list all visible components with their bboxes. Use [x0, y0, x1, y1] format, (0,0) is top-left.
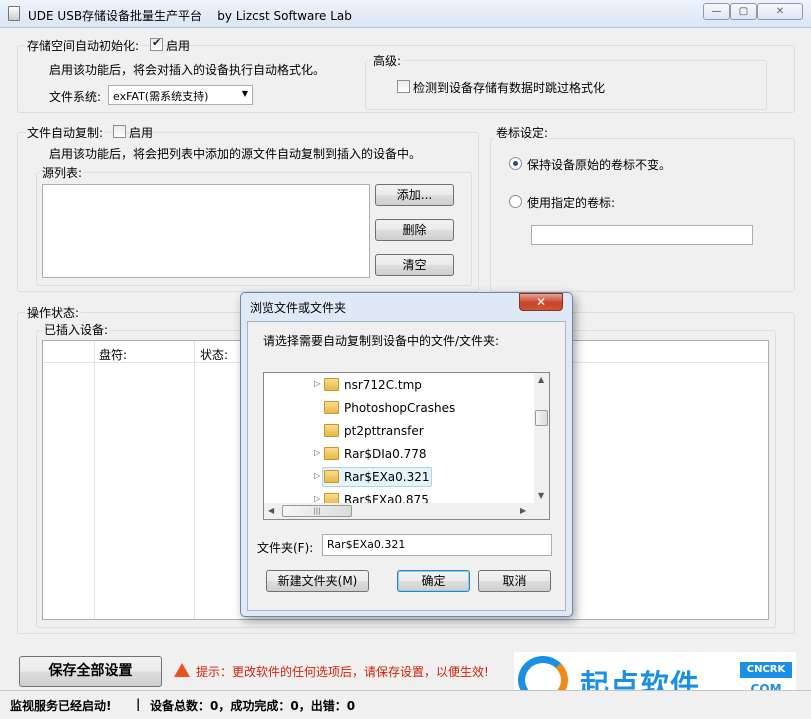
tree-item-label: nsr712C.tmp	[344, 378, 422, 392]
save-all-button[interactable]: 保存全部设置	[19, 656, 162, 687]
filesystem-label: 文件系统:	[49, 90, 102, 104]
tree-item[interactable]: ▷ Rar$DIa0.778	[264, 444, 534, 466]
folder-icon	[324, 447, 339, 460]
add-button[interactable]: 添加...	[375, 184, 454, 206]
expand-arrow-icon[interactable]: ▷	[314, 494, 320, 503]
status-separator: |	[136, 697, 141, 711]
skip-format-label: 检测到设备存储有数据时跳过格式化	[413, 81, 606, 95]
auto-format-checkbox-label: 启用	[166, 39, 191, 53]
dialog-prompt: 请选择需要自动复制到设备中的文件/文件夹:	[263, 334, 500, 348]
folder-icon	[324, 378, 339, 391]
source-list-label: 源列表:	[40, 164, 85, 181]
scroll-right-icon[interactable]: ▶	[520, 506, 526, 515]
service-status: 监视服务已经启动!	[10, 699, 112, 713]
folder-icon	[324, 470, 339, 483]
column-divider	[94, 341, 95, 619]
minimize-button[interactable]: —	[703, 3, 730, 20]
horizontal-scrollbar[interactable]: ◀ ||| ▶	[264, 503, 534, 519]
scroll-left-icon[interactable]: ◀	[268, 506, 274, 515]
scroll-down-icon[interactable]: ▼	[538, 491, 544, 500]
app-icon	[8, 6, 20, 21]
filesystem-select[interactable]: exFAT(需系统支持) ▼	[108, 85, 253, 105]
tree-item-label: Rar$FXa0.875	[344, 493, 429, 503]
keep-volume-radio[interactable]	[509, 157, 522, 170]
tree-item-label: Rar$EXa0.321	[344, 470, 430, 484]
tree-item[interactable]: ▷ nsr712C.tmp	[264, 375, 534, 397]
custom-volume-label: 使用指定的卷标:	[527, 196, 616, 210]
horizontal-scroll-thumb[interactable]: |||	[282, 505, 352, 517]
tree-item[interactable]: PhotoshopCrashes	[264, 398, 534, 420]
volume-label: 卷标设定:	[494, 124, 551, 141]
column-drive[interactable]: 盘符:	[99, 346, 127, 363]
chevron-down-icon: ▼	[241, 89, 248, 98]
column-divider	[194, 341, 195, 619]
tree-item-label: pt2pttransfer	[344, 424, 424, 438]
hint-text: 提示：更改软件的任何选项后，请保存设置，以便生效!	[196, 665, 489, 679]
auto-format-checkbox[interactable]	[150, 36, 163, 51]
tree-item-selected[interactable]: ▷ Rar$EXa0.321	[264, 467, 534, 489]
auto-format-label: 存储空间自动初始化:	[25, 37, 142, 54]
custom-volume-radio[interactable]	[509, 195, 522, 208]
column-status[interactable]: 状态:	[200, 346, 228, 363]
warning-icon	[174, 663, 190, 677]
folder-field-input[interactable]: Rar$EXa0.321	[322, 534, 552, 556]
folder-tree[interactable]: ▷ nsr712C.tmp PhotoshopCrashes pt2pttran…	[263, 372, 550, 520]
dialog-body: 请选择需要自动复制到设备中的文件/文件夹: ▷ nsr712C.tmp Phot…	[247, 321, 566, 611]
maximize-button[interactable]: ▢	[730, 3, 757, 20]
filesystem-select-value: exFAT(需系统支持)	[113, 90, 209, 103]
vertical-scrollbar[interactable]: ▲ ▼	[534, 373, 549, 503]
folder-icon	[324, 493, 339, 503]
expand-arrow-icon[interactable]: ▷	[314, 448, 320, 457]
auto-copy-label: 文件自动复制:	[25, 124, 106, 141]
tree-item-label: Rar$DIa0.778	[344, 447, 427, 461]
cancel-button[interactable]: 取消	[478, 570, 551, 592]
vertical-scroll-thumb[interactable]	[535, 410, 548, 426]
auto-copy-checkbox-label: 启用	[129, 126, 154, 140]
device-counts: 设备总数：0，成功完成：0，出错：0	[150, 699, 356, 713]
clear-button[interactable]: 清空	[375, 254, 454, 276]
delete-button[interactable]: 删除	[375, 219, 454, 241]
status-bar: 监视服务已经启动! | 设备总数：0，成功完成：0，出错：0	[0, 690, 811, 719]
source-list[interactable]	[42, 184, 370, 278]
dialog-close-button[interactable]: ✕	[519, 293, 563, 311]
expand-arrow-icon[interactable]: ▷	[314, 379, 320, 388]
ok-button[interactable]: 确定	[397, 570, 470, 592]
operation-label: 操作状态:	[25, 304, 82, 321]
auto-copy-description: 启用该功能后，将会把列表中添加的源文件自动复制到插入的设备中。	[49, 147, 422, 161]
title-bar: UDE USB存储设备批量生产平台 by Lizcst Software Lab…	[0, 0, 811, 28]
advanced-label: 高级:	[371, 52, 404, 69]
expand-arrow-icon[interactable]: ▷	[314, 471, 320, 480]
folder-icon	[324, 401, 339, 414]
folder-field-label: 文件夹(F):	[257, 541, 314, 555]
folder-icon	[324, 424, 339, 437]
browse-dialog: 浏览文件或文件夹 ✕ 请选择需要自动复制到设备中的文件/文件夹: ▷ nsr71…	[240, 292, 573, 617]
window-title: UDE USB存储设备批量生产平台 by Lizcst Software Lab	[28, 9, 352, 23]
skip-format-checkbox[interactable]	[397, 80, 410, 93]
scroll-up-icon[interactable]: ▲	[538, 375, 544, 384]
watermark-badge-top: CNCRK	[740, 662, 792, 678]
tree-item[interactable]: ▷ Rar$FXa0.875	[264, 490, 534, 503]
dialog-title: 浏览文件或文件夹	[250, 301, 347, 315]
auto-copy-checkbox[interactable]	[113, 125, 126, 138]
devices-label: 已插入设备:	[42, 321, 111, 338]
new-folder-button[interactable]: 新建文件夹(M)	[266, 570, 369, 592]
custom-volume-input[interactable]	[531, 225, 753, 245]
tree-item-label: PhotoshopCrashes	[344, 401, 456, 415]
close-button[interactable]: ✕	[757, 3, 803, 20]
scrollbar-corner	[534, 503, 549, 519]
folder-tree-viewport: ▷ nsr712C.tmp PhotoshopCrashes pt2pttran…	[264, 373, 534, 503]
keep-volume-label: 保持设备原始的卷标不变。	[527, 158, 672, 172]
auto-format-description: 启用该功能后，将会对插入的设备执行自动格式化。	[49, 63, 326, 77]
tree-item[interactable]: pt2pttransfer	[264, 421, 534, 443]
